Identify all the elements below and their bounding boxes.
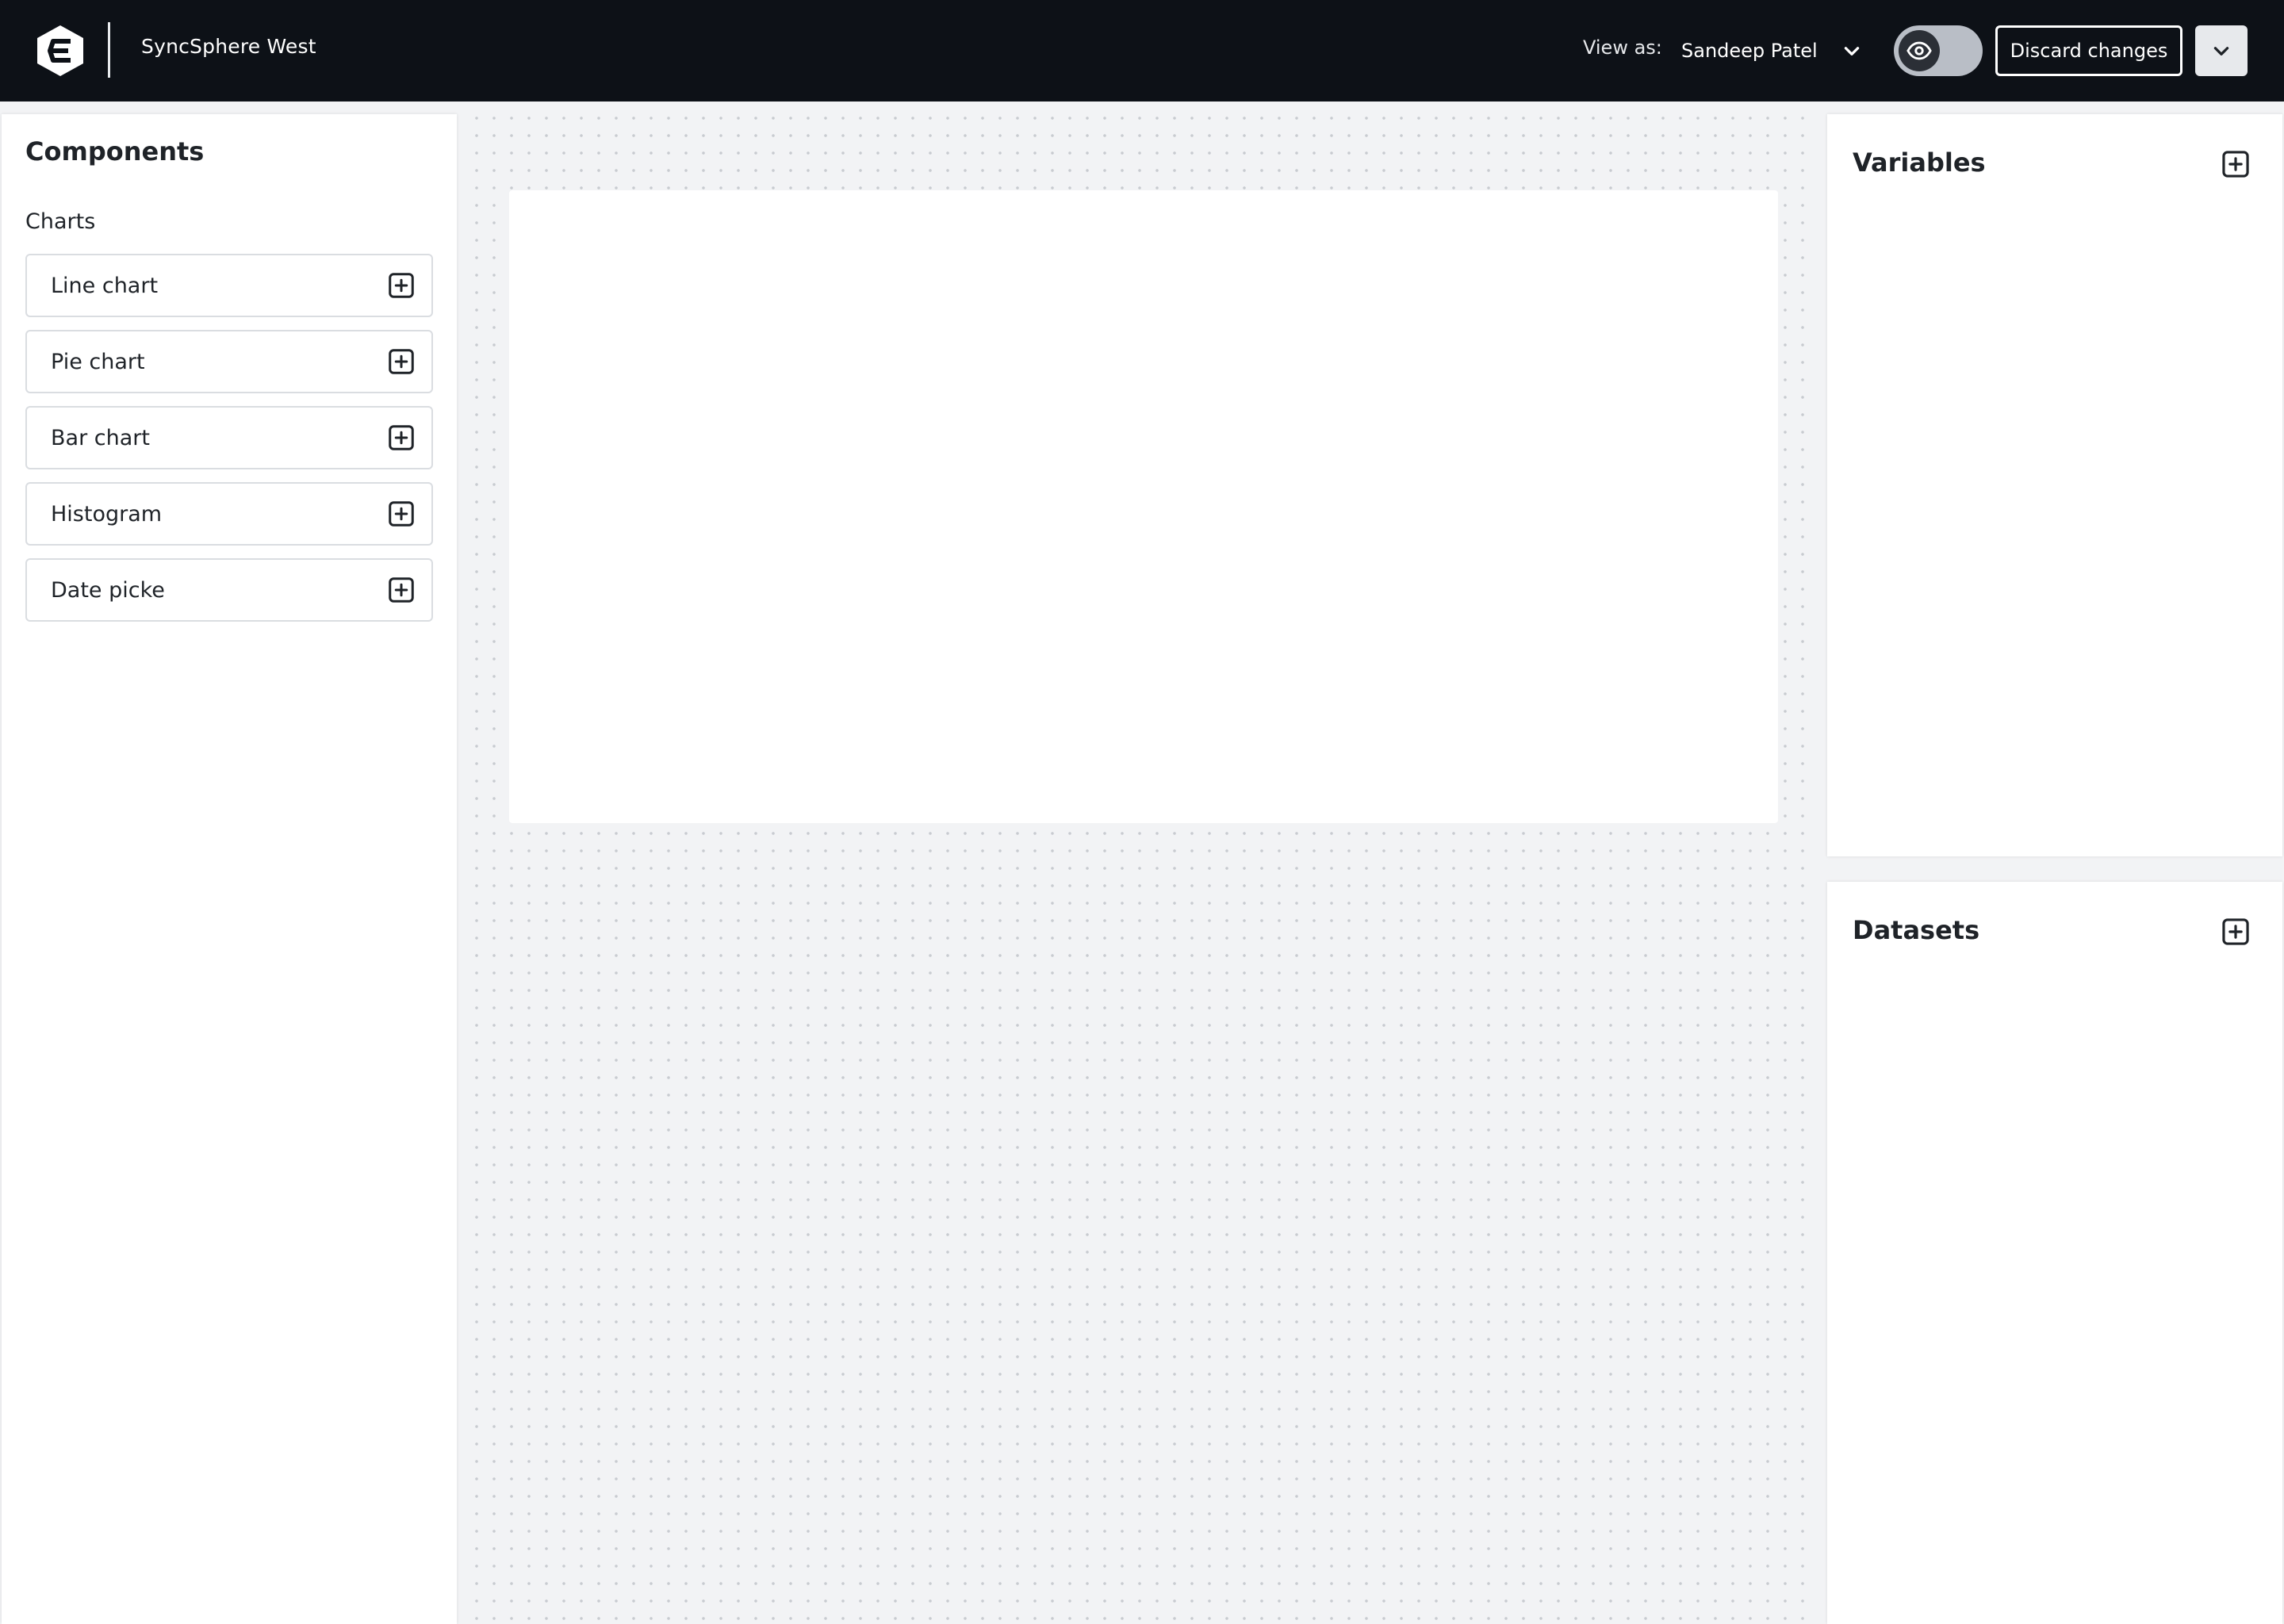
components-title: Components xyxy=(25,136,205,167)
view-as-user-select[interactable]: Sandeep Patel xyxy=(1672,24,1870,78)
preview-toggle[interactable] xyxy=(1894,25,1983,76)
plus-square-icon[interactable] xyxy=(387,271,416,300)
charts-section-label: Charts xyxy=(25,209,96,234)
component-item-histogram[interactable]: Histogram xyxy=(25,482,433,546)
component-item-date-picker[interactable]: Date picke xyxy=(25,558,433,622)
canvas-card[interactable] xyxy=(509,190,1778,823)
view-as-user-name: Sandeep Patel xyxy=(1681,40,1818,62)
components-panel: Components Charts Line chart Pie chart B… xyxy=(2,114,457,1624)
component-label: Date picke xyxy=(51,577,165,603)
view-as-label: View as: xyxy=(1583,36,1662,59)
app-logo-icon[interactable] xyxy=(35,24,86,78)
plus-square-icon[interactable] xyxy=(387,576,416,604)
component-label: Bar chart xyxy=(51,425,150,450)
plus-square-icon[interactable] xyxy=(387,423,416,452)
component-item-bar-chart[interactable]: Bar chart xyxy=(25,406,433,469)
brand-divider xyxy=(108,22,110,78)
component-label: Pie chart xyxy=(51,349,145,374)
component-label: Histogram xyxy=(51,501,163,527)
plus-square-icon[interactable] xyxy=(387,500,416,528)
add-dataset-plus-icon[interactable] xyxy=(2221,917,2251,947)
variables-panel: Variables xyxy=(1827,114,2282,856)
chevron-down-icon xyxy=(2213,47,2229,56)
variables-title: Variables xyxy=(1853,147,1986,178)
datasets-panel: Datasets xyxy=(1827,882,2282,1624)
component-label: Line chart xyxy=(51,273,159,298)
component-item-pie-chart[interactable]: Pie chart xyxy=(25,330,433,393)
datasets-title: Datasets xyxy=(1853,915,1980,945)
discard-changes-button[interactable]: Discard changes xyxy=(1995,25,2182,76)
toggle-knob xyxy=(1899,30,1940,71)
chevron-down-icon xyxy=(1844,47,1860,56)
component-item-line-chart[interactable]: Line chart xyxy=(25,254,433,317)
plus-square-icon[interactable] xyxy=(387,347,416,376)
component-list: Line chart Pie chart Bar chart Histogram xyxy=(25,254,433,634)
editor-canvas[interactable] xyxy=(462,103,1818,1624)
top-bar: SyncSphere West View as: Sandeep Patel D… xyxy=(0,0,2284,102)
eye-icon xyxy=(1907,41,1932,60)
add-variable-plus-icon[interactable] xyxy=(2221,149,2251,179)
more-options-button[interactable] xyxy=(2195,25,2248,76)
app-name: SyncSphere West xyxy=(141,35,316,58)
